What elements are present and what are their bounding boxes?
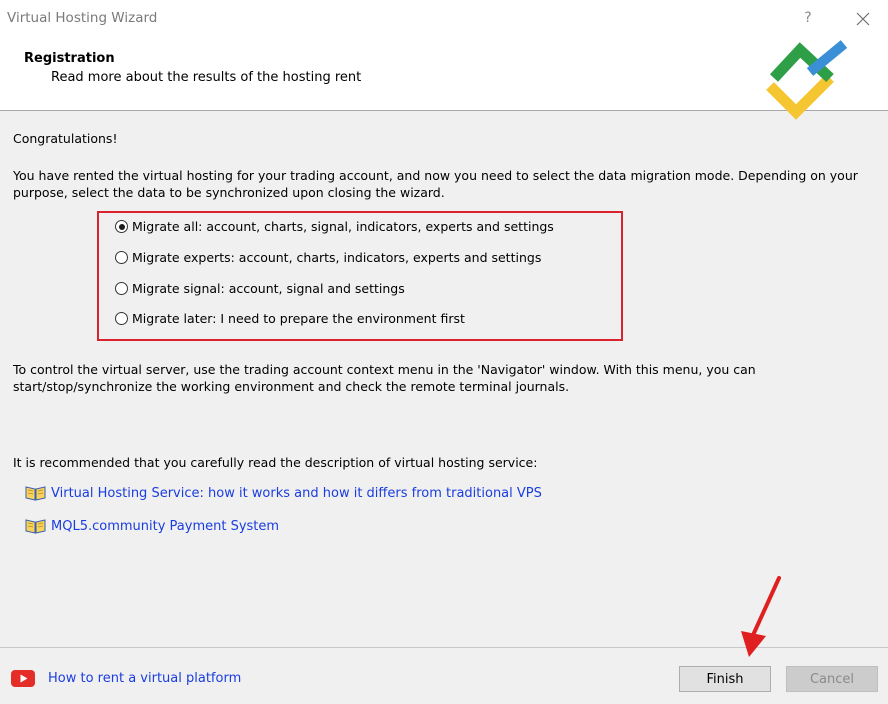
- finish-button[interactable]: Finish: [679, 666, 771, 692]
- control-text: To control the virtual server, use the t…: [13, 362, 756, 394]
- title-bar: Virtual Hosting Wizard ?: [0, 0, 888, 36]
- annotation-arrow-icon: [741, 576, 781, 657]
- youtube-icon[interactable]: [11, 670, 35, 687]
- recommend-text: It is recommended that you carefully rea…: [13, 455, 538, 470]
- close-icon[interactable]: [852, 8, 874, 30]
- radio-label: Migrate later: I need to prepare the env…: [132, 311, 465, 326]
- radio-unselected-icon[interactable]: [115, 251, 128, 264]
- radio-label: Migrate signal: account, signal and sett…: [132, 281, 405, 296]
- link-row-hosting-service[interactable]: Virtual Hosting Service: how it works an…: [25, 485, 542, 501]
- congrats-text: Congratulations!: [13, 131, 118, 146]
- window-title: Virtual Hosting Wizard: [7, 10, 158, 26]
- radio-label: Migrate all: account, charts, signal, in…: [132, 219, 554, 234]
- radio-migrate-signal[interactable]: Migrate signal: account, signal and sett…: [115, 281, 405, 296]
- help-button[interactable]: ?: [798, 8, 818, 28]
- radio-unselected-icon[interactable]: [115, 282, 128, 295]
- wizard-header: Registration Read more about the results…: [0, 36, 888, 120]
- radio-selected-icon[interactable]: [115, 220, 128, 233]
- logo-icon: [766, 40, 848, 120]
- radio-label: Migrate experts: account, charts, indica…: [132, 250, 542, 265]
- page-subtitle: Read more about the results of the hosti…: [51, 70, 362, 85]
- payment-system-link[interactable]: MQL5.community Payment System: [51, 519, 279, 534]
- cancel-button[interactable]: Cancel: [786, 666, 878, 692]
- intro-text: You have rented the virtual hosting for …: [13, 168, 858, 200]
- page-title: Registration: [24, 51, 115, 66]
- radio-unselected-icon[interactable]: [115, 312, 128, 325]
- link-row-payment-system[interactable]: MQL5.community Payment System: [25, 518, 279, 534]
- rent-video-link[interactable]: How to rent a virtual platform: [48, 671, 241, 686]
- radio-migrate-experts[interactable]: Migrate experts: account, charts, indica…: [115, 250, 541, 265]
- book-icon: [25, 486, 46, 501]
- radio-migrate-later[interactable]: Migrate later: I need to prepare the env…: [115, 311, 465, 326]
- radio-migrate-all[interactable]: Migrate all: account, charts, signal, in…: [115, 219, 554, 234]
- book-icon: [25, 519, 46, 534]
- hosting-service-link[interactable]: Virtual Hosting Service: how it works an…: [51, 486, 542, 501]
